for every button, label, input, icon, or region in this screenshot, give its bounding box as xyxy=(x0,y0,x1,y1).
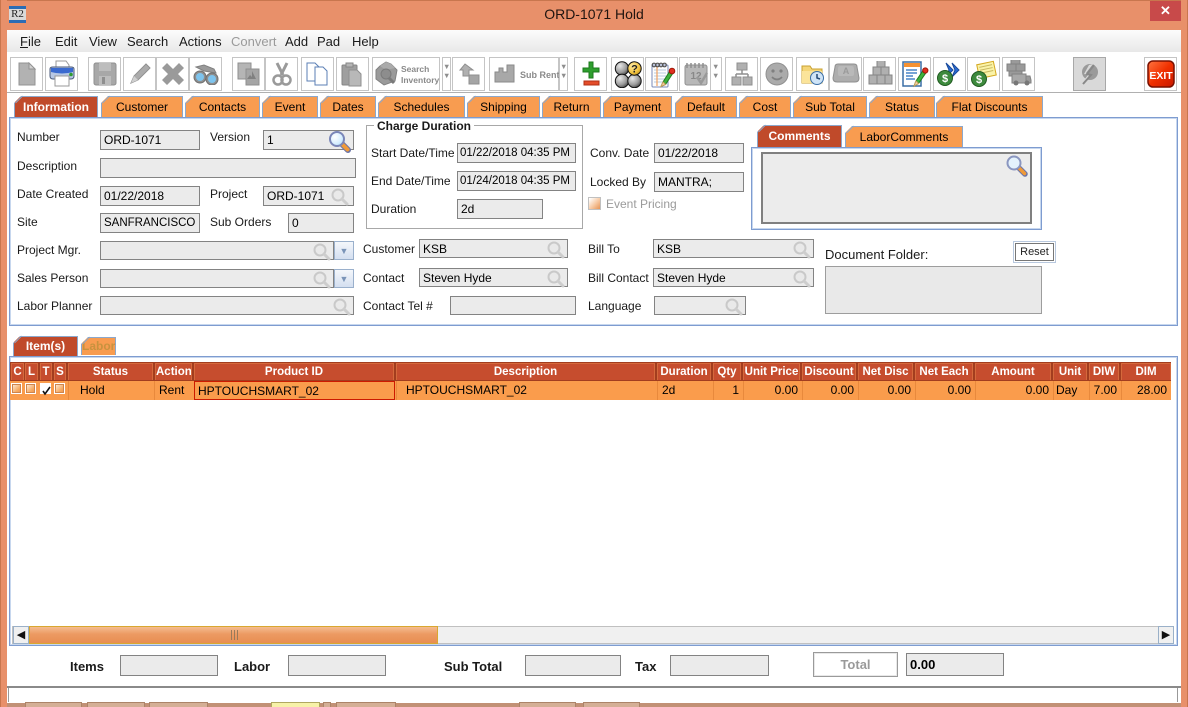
svg-text:EXIT: EXIT xyxy=(1149,70,1173,82)
svg-text:A: A xyxy=(842,66,849,76)
svg-text:?: ? xyxy=(631,64,638,76)
svg-text:$: $ xyxy=(975,74,981,86)
svg-text:$: $ xyxy=(941,73,947,85)
